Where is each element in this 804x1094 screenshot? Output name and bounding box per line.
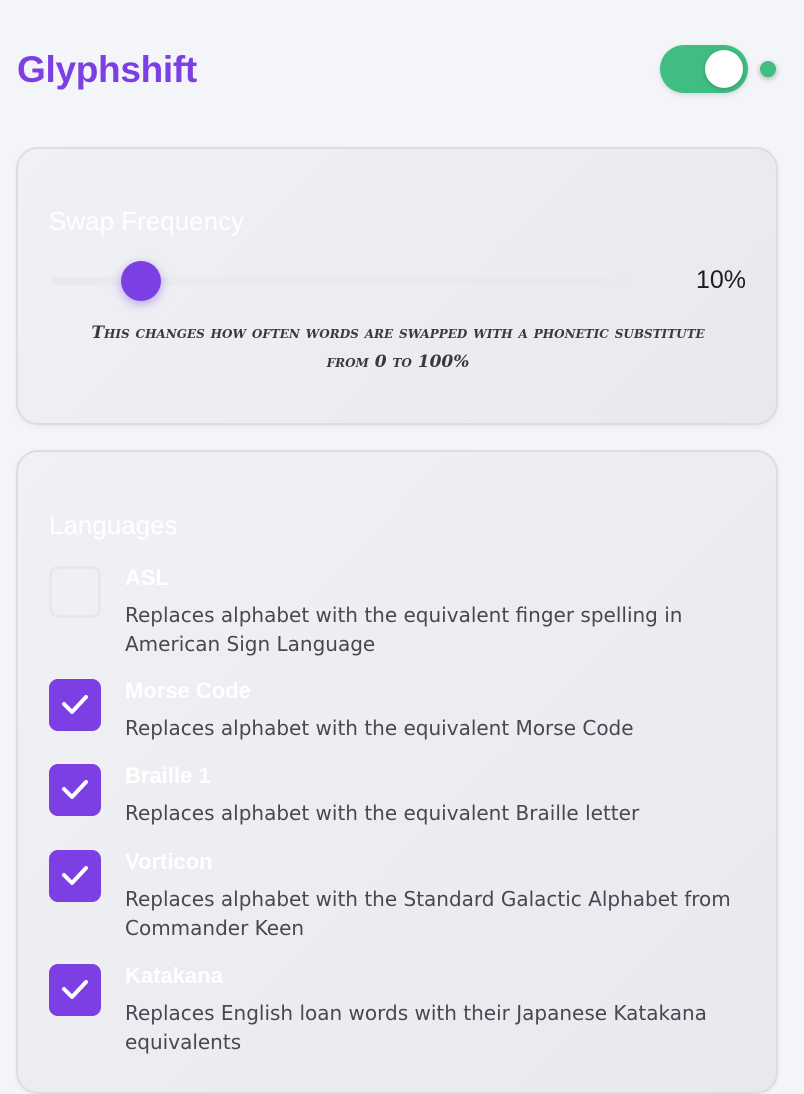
language-name: Morse Code: [125, 678, 251, 703]
language-description: Replaces alphabet with the equivalent Br…: [125, 801, 640, 825]
frequency-slider-thumb[interactable]: [120, 261, 161, 301]
language-description: Replaces alphabet with the equivalent fi…: [125, 603, 683, 656]
katakana-checkbox[interactable]: [49, 964, 101, 1016]
swap-frequency-card: Swap Frequency 10% This changes how ofte…: [16, 147, 778, 425]
braille-checkbox[interactable]: [49, 764, 101, 816]
language-description: Replaces alphabet with the equivalent Mo…: [125, 716, 634, 740]
language-name: Katakana: [125, 963, 223, 988]
language-description: Replaces English loan words with their J…: [125, 1001, 707, 1054]
checkmark-icon: [62, 980, 88, 999]
frequency-value: 10%: [695, 266, 746, 294]
toggle-knob: [705, 50, 743, 88]
header: Glyphshift: [0, 0, 804, 130]
languages-card: Languages ASL Replaces alphabet with the…: [16, 450, 778, 1094]
language-description: Replaces alphabet with the Standard Gala…: [125, 887, 731, 940]
vorticon-checkbox[interactable]: [49, 850, 101, 902]
frequency-hint: This changes how often words are swapped…: [91, 323, 705, 372]
language-name: Braille 1: [125, 763, 211, 788]
asl-checkbox[interactable]: [49, 566, 101, 618]
checkmark-icon: [62, 695, 88, 714]
languages-heading: Languages: [49, 510, 178, 540]
swap-frequency-heading: Swap Frequency: [49, 206, 245, 236]
checkmark-icon: [62, 866, 88, 885]
status-indicator-dot: [760, 61, 776, 77]
enable-toggle[interactable]: [660, 45, 748, 93]
app-title: Glyphshift: [17, 49, 197, 90]
morse-code-checkbox[interactable]: [49, 679, 101, 731]
language-name: ASL: [125, 565, 169, 590]
language-name: Vorticon: [125, 849, 213, 874]
checkmark-icon: [62, 780, 88, 799]
